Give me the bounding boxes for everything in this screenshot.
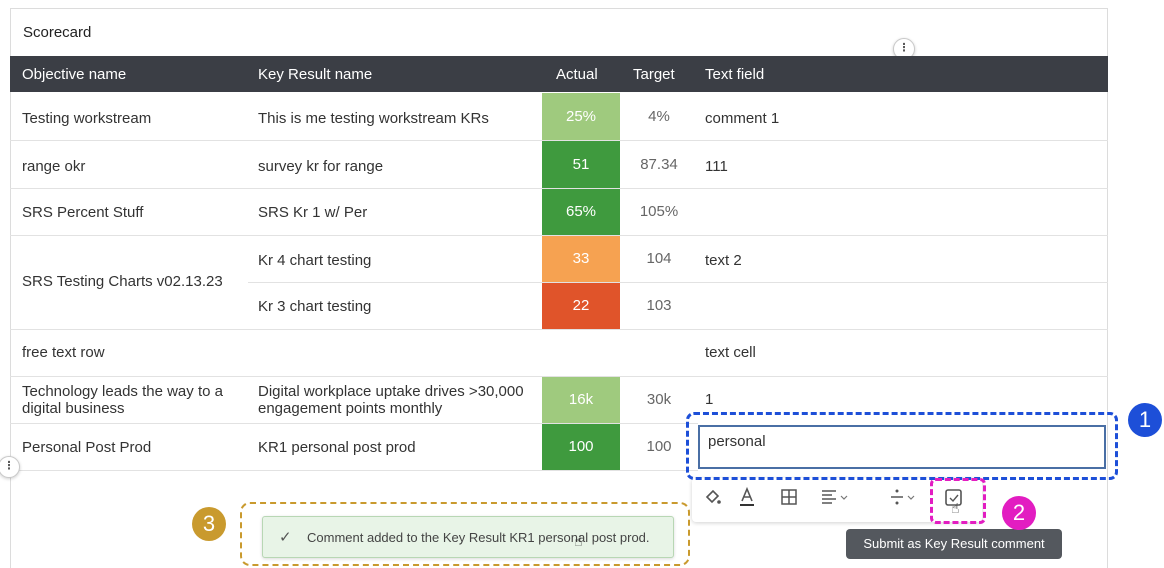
submit-tooltip: Submit as Key Result comment (846, 529, 1062, 559)
row-7-objective[interactable]: Technology leads the way to a digital bu… (22, 383, 242, 417)
row-1-key-result[interactable]: This is me testing workstream KRs (258, 110, 489, 127)
row-7-actual[interactable]: 16k (542, 377, 620, 423)
col-key-result-name[interactable]: Key Result name (258, 66, 372, 83)
row-4-actual[interactable]: 33 (542, 236, 620, 282)
row-1-objective[interactable]: Testing workstream (22, 110, 151, 127)
row-2-key-result[interactable]: survey kr for range (258, 158, 383, 175)
annotation-badge-3: 3 (192, 507, 226, 541)
row-3-key-result[interactable]: SRS Kr 1 w/ Per (258, 204, 367, 221)
annotation-badge-2: 2 (1002, 496, 1036, 530)
annotation-box-2 (930, 478, 986, 524)
row-3-actual[interactable]: 65% (542, 189, 620, 235)
divide-icon[interactable] (888, 488, 918, 511)
paint-bucket-icon[interactable] (704, 488, 722, 511)
row-8-objective[interactable]: Personal Post Prod (22, 439, 151, 456)
annotation-box-3 (240, 502, 690, 566)
text-color-icon[interactable] (738, 486, 756, 513)
row-6-objective[interactable]: free text row (22, 344, 105, 361)
row-3-target[interactable]: 105% (620, 189, 698, 235)
row-7-text[interactable]: 1 (705, 391, 713, 408)
row-6-text[interactable]: text cell (705, 344, 756, 361)
col-target[interactable]: Target (633, 66, 675, 83)
panel-title: Scorecard (23, 24, 92, 41)
row-divider (10, 329, 1108, 330)
row-2-objective[interactable]: range okr (22, 158, 85, 175)
row-4-key-result[interactable]: Kr 4 chart testing (258, 252, 371, 269)
row-4-text[interactable]: text 2 (705, 252, 742, 269)
col-actual[interactable]: Actual (556, 66, 598, 83)
grid-icon[interactable] (780, 488, 798, 511)
col-objective-name[interactable]: Objective name (22, 66, 126, 83)
row-5-key-result[interactable]: Kr 3 chart testing (258, 298, 371, 315)
row-4-objective[interactable]: SRS Testing Charts v02.13.23 (22, 273, 223, 290)
annotation-box-1 (686, 412, 1118, 480)
row-2-target[interactable]: 87.34 (620, 141, 698, 188)
row-4-target[interactable]: 104 (620, 236, 698, 282)
col-text-field[interactable]: Text field (705, 66, 764, 83)
row-2-text[interactable]: 111 (705, 158, 728, 175)
align-icon[interactable] (820, 488, 850, 511)
row-2-actual[interactable]: 51 (542, 141, 620, 188)
row-divider (10, 470, 698, 471)
row-3-objective[interactable]: SRS Percent Stuff (22, 204, 143, 221)
row-1-target[interactable]: 4% (620, 93, 698, 140)
row-5-target[interactable]: 103 (620, 283, 698, 329)
row-1-text[interactable]: comment 1 (705, 110, 779, 127)
row-8-actual[interactable]: 100 (542, 424, 620, 470)
annotation-badge-1: 1 (1128, 403, 1162, 437)
table-header: Objective name Key Result name Actual Ta… (10, 56, 1108, 92)
row-8-key-result[interactable]: KR1 personal post prod (258, 439, 416, 456)
row-1-actual[interactable]: 25% (542, 93, 620, 140)
row-5-actual[interactable]: 22 (542, 283, 620, 329)
row-7-key-result[interactable]: Digital workplace uptake drives >30,000 … (258, 383, 538, 417)
